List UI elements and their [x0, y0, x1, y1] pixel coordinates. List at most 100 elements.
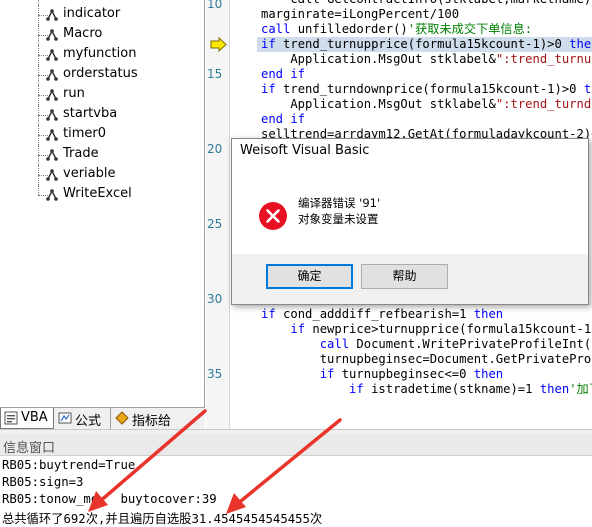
tree-item-module[interactable]: Trade	[0, 145, 204, 165]
code-line[interactable]: if istradetime(stkname)=1 then'加了	[261, 382, 592, 397]
code-keyword: then	[473, 367, 504, 381]
module-icon	[46, 49, 58, 61]
tree-item-label: run	[63, 86, 85, 101]
code-text: turnupbeginsec=Document.GetPrivateProfil	[261, 352, 592, 366]
dialog-message-line1: 编译器错误 '91'	[298, 196, 381, 210]
tree-item-module[interactable]: indicator	[0, 5, 204, 25]
ok-button[interactable]: 确定	[266, 264, 353, 289]
tree-item-module[interactable]: run	[0, 85, 204, 105]
tree-item-label: orderstatus	[63, 66, 138, 81]
code-keyword: then	[539, 382, 570, 396]
module-icon	[46, 169, 58, 181]
error-icon	[259, 202, 287, 230]
code-text: Application.MsgOut stklabel&	[261, 52, 496, 66]
tree-item-label: WriteExcel	[63, 186, 132, 201]
code-text: unfilledorder()	[297, 22, 408, 36]
module-icon	[46, 149, 58, 161]
line-number-gutter: 10 15 20 25 30 35	[206, 0, 230, 429]
code-line[interactable]: call unfilledorder()'获取未成交下单信息:	[261, 22, 532, 37]
code-keyword: call	[261, 337, 357, 351]
dialog-body: 编译器错误 '91' 对象变量未设置	[232, 164, 588, 254]
tree-item-module[interactable]: veriable	[0, 165, 204, 185]
tab-indicator-label: 指标给	[132, 414, 172, 429]
tree-item-module[interactable]: orderstatus	[0, 65, 204, 85]
tab-indicator[interactable]: 指标给	[112, 408, 205, 429]
output-line: RB05:tonow_mov buytocover:39	[2, 492, 217, 506]
code-line[interactable]: call GetContractInfo(stklabel,marketname…	[261, 0, 592, 7]
module-icon	[46, 9, 58, 21]
module-icon	[46, 89, 58, 101]
module-icon	[46, 129, 58, 141]
code-keyword: if	[261, 307, 284, 321]
module-icon	[46, 69, 58, 81]
code-comment: '获取未成交下单信息:	[407, 22, 533, 36]
code-line[interactable]: turnupbeginsec=Document.GetPrivateProfil	[261, 352, 592, 367]
output-line: RB05:buytrend=True	[2, 458, 136, 472]
code-text: turnupbeginsec<=0	[341, 367, 474, 381]
tree-item-module[interactable]: startvba	[0, 105, 204, 125]
tree-item-module[interactable]: myfunction	[0, 45, 204, 65]
tree-item-label: indicator	[63, 6, 121, 21]
code-line[interactable]: marginrate=iLongPercent/100	[261, 7, 459, 22]
code-string: ":trend_turnupp	[495, 52, 592, 66]
tree-item-label: startvba	[63, 106, 118, 121]
vba-tab-icon	[4, 411, 18, 425]
tree-item-module[interactable]: timer0	[0, 125, 204, 145]
code-line-current[interactable]: if trend_turnupprice(formula15kcount-1)>…	[257, 37, 592, 52]
output-panel-title: 信息窗口	[3, 441, 56, 456]
code-text: istradetime(stkname)=1	[371, 382, 540, 396]
tree-item-label: timer0	[63, 126, 106, 141]
line-number: 35	[207, 367, 223, 381]
code-keyword: if	[261, 37, 284, 51]
output-panel[interactable]: RB05:buytrend=True RB05:sign=3 RB05:tono…	[0, 456, 592, 527]
code-string: ":trend_turndown	[495, 97, 592, 111]
code-keyword: end if	[261, 67, 306, 81]
code-text: cond_adddiff_refbearish=1	[283, 307, 474, 321]
code-line[interactable]: if newprice>turnupprice(formula15kcount-…	[261, 322, 592, 337]
code-keyword: if	[261, 367, 342, 381]
tree-item-label: myfunction	[63, 46, 137, 61]
code-text: trend_turndownprice(formula15kcount-1)>0	[283, 82, 584, 96]
output-panel-header: 信息窗口	[0, 434, 592, 456]
code-keyword: call	[261, 22, 298, 36]
code-line[interactable]: Application.MsgOut stklabel&":trend_turn…	[261, 97, 592, 112]
code-text: Document.WritePrivateProfileInt(	[356, 337, 592, 351]
error-dialog: Weisoft Visual Basic 编译器错误 '91' 对象变量未设置 …	[231, 138, 589, 305]
formula-tab-icon	[58, 412, 72, 424]
code-line[interactable]: end if	[261, 112, 305, 127]
tab-vba-label: VBA	[21, 410, 48, 425]
code-text: newprice>turnupprice(formula15kcount-1)	[312, 322, 592, 336]
code-keyword: end if	[261, 112, 306, 126]
code-line[interactable]: end if	[261, 67, 305, 82]
code-keyword: then	[473, 307, 504, 321]
code-line[interactable]: if trend_turndownprice(formula15kcount-1…	[261, 82, 592, 97]
output-line: 总共循环了692次,并且遍历自选股31.4545454545455次	[2, 512, 323, 526]
dialog-message-line2: 对象变量未设置	[298, 212, 379, 226]
code-keyword: if	[261, 82, 284, 96]
module-tree[interactable]: indicator Macro myfunction orderstatus run st…	[0, 0, 205, 407]
code-line[interactable]: Application.MsgOut stklabel&":trend_turn…	[261, 52, 592, 67]
project-tabs: VBA 公式 指标给	[0, 407, 205, 429]
dialog-title: Weisoft Visual Basic	[240, 143, 370, 158]
line-number: 30	[207, 292, 223, 306]
code-line[interactable]: call Document.WritePrivateProfileInt("s	[261, 337, 592, 352]
module-icon	[46, 109, 58, 121]
dialog-titlebar[interactable]: Weisoft Visual Basic	[232, 139, 588, 164]
tree-item-module[interactable]: WriteExcel	[0, 185, 204, 205]
code-keyword: then	[583, 82, 592, 96]
tab-formula[interactable]: 公式	[55, 408, 111, 429]
tree-item-module[interactable]: Macro	[0, 25, 204, 45]
code-text: call GetContractInfo(stklabel,marketname…	[261, 0, 592, 6]
tree-item-label: veriable	[63, 166, 116, 181]
code-line[interactable]: if cond_adddiff_refbearish=1 then	[261, 307, 503, 322]
module-icon	[46, 189, 58, 201]
code-keyword: then	[569, 37, 592, 51]
code-line[interactable]: if turnupbeginsec<=0 then	[261, 367, 503, 382]
help-button[interactable]: 帮助	[361, 264, 448, 289]
tree-item-label: Trade	[63, 146, 99, 161]
tab-vba[interactable]: VBA	[0, 408, 54, 429]
line-number: 20	[207, 142, 223, 156]
code-text: trend_turnupprice(formula15kcount-1)>0	[283, 37, 570, 51]
tree-item-label: Macro	[63, 26, 103, 41]
tree-connector	[38, 185, 39, 195]
